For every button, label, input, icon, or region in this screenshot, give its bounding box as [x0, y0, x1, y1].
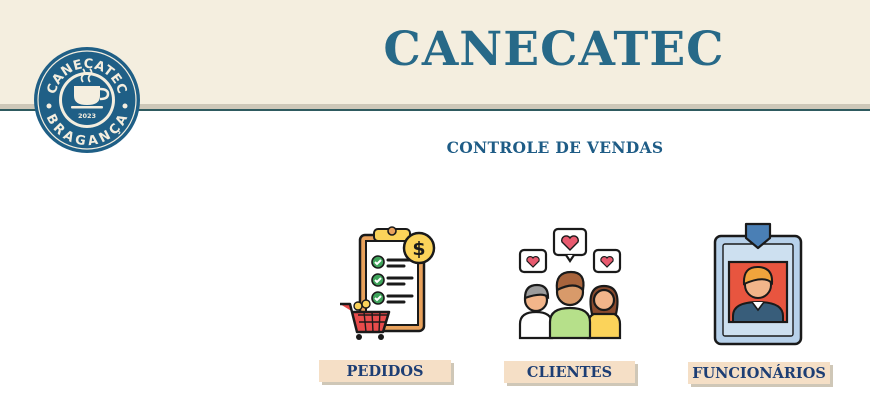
funcionarios-button[interactable]: FUNCIONÁRIOS [688, 362, 830, 384]
clientes-button[interactable]: CLIENTES [504, 361, 635, 383]
pedidos-button[interactable]: PEDIDOS [319, 360, 451, 382]
employee-badge-icon[interactable] [712, 222, 804, 346]
clipboard-order-icon[interactable]: $ [336, 225, 440, 340]
customers-group-icon[interactable] [516, 226, 624, 340]
svg-text:$: $ [412, 238, 425, 260]
logo-year: 2023 [78, 112, 96, 120]
canecatec-logo: CANECATEC BRAGANÇA 2023 [34, 47, 140, 153]
